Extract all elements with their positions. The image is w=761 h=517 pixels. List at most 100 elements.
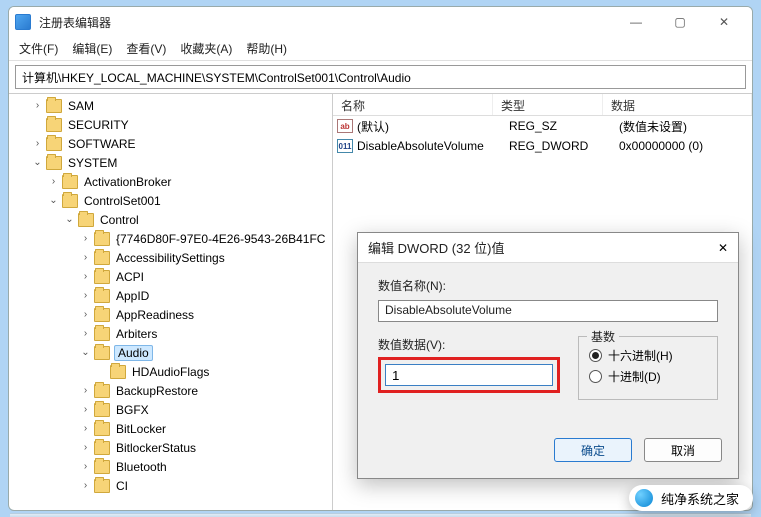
menu-file[interactable]: 文件(F) [19, 40, 58, 57]
folder-icon [62, 175, 78, 189]
tree-item[interactable]: ⌄ ControlSet001 [9, 191, 332, 210]
radio-dec[interactable] [589, 370, 602, 383]
tree-item[interactable]: › AccessibilitySettings [9, 248, 332, 267]
tree-item[interactable]: › ActivationBroker [9, 172, 332, 191]
chevron-down-icon[interactable]: ⌄ [47, 195, 60, 206]
chevron-right-icon[interactable]: › [47, 176, 60, 187]
folder-icon [94, 251, 110, 265]
cancel-button[interactable]: 取消 [644, 438, 722, 462]
tree-item-label: BGFX [114, 403, 151, 417]
tree-item[interactable]: ›BackupRestore [9, 381, 332, 400]
dialog-close-button[interactable]: ✕ [718, 241, 728, 255]
tree-item-label: AppID [114, 289, 151, 303]
tree-item-label: SECURITY [66, 118, 131, 132]
base-fieldset: 基数 十六进制(H) 十进制(D) [578, 336, 718, 400]
radio-hex-label: 十六进制(H) [608, 347, 673, 364]
minimize-button[interactable]: — [614, 8, 658, 36]
chevron-right-icon[interactable]: › [79, 309, 92, 320]
tree-item[interactable]: ›BitLocker [9, 419, 332, 438]
dword-icon: 011 [337, 139, 353, 153]
menu-favorites[interactable]: 收藏夹(A) [180, 40, 232, 57]
tree-item-label: CI [114, 479, 130, 493]
folder-icon [94, 289, 110, 303]
folder-icon [94, 327, 110, 341]
radio-hex-row[interactable]: 十六进制(H) [589, 347, 707, 364]
value-data: (数值未设置) [619, 118, 752, 135]
col-name[interactable]: 名称 [333, 94, 493, 115]
chevron-right-icon[interactable]: › [79, 442, 92, 453]
chevron-right-icon[interactable]: › [79, 385, 92, 396]
value-name-field[interactable]: DisableAbsoluteVolume [378, 300, 718, 322]
folder-icon [94, 384, 110, 398]
tree-item[interactable]: ›AppReadiness [9, 305, 332, 324]
list-row[interactable]: 011DisableAbsoluteVolumeREG_DWORD0x00000… [333, 136, 752, 156]
chevron-right-icon[interactable]: › [79, 233, 92, 244]
chevron-right-icon[interactable]: › [31, 138, 44, 149]
list-row[interactable]: ab(默认)REG_SZ(数值未设置) [333, 116, 752, 136]
chevron-down-icon[interactable]: ⌄ [79, 347, 92, 358]
value-type: REG_SZ [509, 119, 619, 133]
chevron-right-icon[interactable]: › [79, 480, 92, 491]
tree-item[interactable]: ›BitlockerStatus [9, 438, 332, 457]
chevron-right-icon[interactable]: › [79, 328, 92, 339]
tree-item[interactable]: ⌄SYSTEM [9, 153, 332, 172]
tree-item[interactable]: › BGFX [9, 400, 332, 419]
chevron-right-icon[interactable]: › [79, 423, 92, 434]
tree-item[interactable]: › Bluetooth [9, 457, 332, 476]
radio-hex[interactable] [589, 349, 602, 362]
maximize-button[interactable]: ▢ [658, 8, 702, 36]
chevron-right-icon[interactable]: › [79, 271, 92, 282]
folder-icon [110, 365, 126, 379]
tree-item[interactable]: › Arbiters [9, 324, 332, 343]
tree-item[interactable]: › SOFTWARE [9, 134, 332, 153]
tree-item[interactable]: ›{7746D80F-97E0-4E26-9543-26B41FC [9, 229, 332, 248]
titlebar[interactable]: 注册表编辑器 — ▢ ✕ [9, 7, 752, 37]
dialog-title: 编辑 DWORD (32 位)值 [368, 238, 718, 257]
tree-item[interactable]: ⌄Audio [9, 343, 332, 362]
tree-item-label: Bluetooth [114, 460, 169, 474]
tree-item[interactable]: ⌄ Control [9, 210, 332, 229]
menu-view[interactable]: 查看(V) [126, 40, 166, 57]
value-data-input[interactable] [385, 364, 553, 386]
tree-item-label: ControlSet001 [82, 194, 163, 208]
chevron-right-icon[interactable]: › [79, 461, 92, 472]
ok-button[interactable]: 确定 [554, 438, 632, 462]
value-name: DisableAbsoluteVolume [357, 139, 509, 153]
chevron-right-icon[interactable]: › [79, 404, 92, 415]
tree-pane[interactable]: ›SAM SECURITY › SOFTWARE ⌄SYSTEM › ActivationB… [9, 94, 333, 510]
folder-icon [94, 403, 110, 417]
folder-icon [46, 118, 62, 132]
tree-item-label: SOFTWARE [66, 137, 138, 151]
tree-item[interactable]: SECURITY [9, 115, 332, 134]
radio-dec-row[interactable]: 十进制(D) [589, 368, 707, 385]
tree-item-label: Control [98, 213, 141, 227]
chevron-down-icon[interactable]: ⌄ [31, 157, 44, 168]
folder-icon [94, 422, 110, 436]
tree-item-label: ACPI [114, 270, 146, 284]
tree-item[interactable]: › AppID [9, 286, 332, 305]
chevron-right-icon[interactable]: › [79, 252, 92, 263]
chevron-right-icon[interactable]: › [31, 100, 44, 111]
tree-item-label: ActivationBroker [82, 175, 173, 189]
tree-item-label: HDAudioFlags [130, 365, 211, 379]
tree-item[interactable]: › CI [9, 476, 332, 495]
tree-item-label: Arbiters [114, 327, 159, 341]
col-type[interactable]: 类型 [493, 94, 603, 115]
tree-item-label: AccessibilitySettings [114, 251, 227, 265]
address-bar[interactable]: 计算机\HKEY_LOCAL_MACHINE\SYSTEM\ControlSet… [15, 65, 746, 89]
list-body: ab(默认)REG_SZ(数值未设置) 011 DisableAbsoluteVol… [333, 116, 752, 156]
dialog-titlebar[interactable]: 编辑 DWORD (32 位)值 ✕ [358, 233, 738, 263]
folder-icon [78, 213, 94, 227]
tree-item[interactable]: ›SAM [9, 96, 332, 115]
col-data[interactable]: 数据 [603, 94, 752, 115]
base-legend: 基数 [587, 328, 619, 345]
menu-edit[interactable]: 编辑(E) [72, 40, 112, 57]
value-name-label: 数值名称(N): [378, 277, 718, 294]
chevron-down-icon[interactable]: ⌄ [63, 214, 76, 225]
close-button[interactable]: ✕ [702, 8, 746, 36]
chevron-right-icon[interactable]: › [79, 290, 92, 301]
value-data: 0x00000000 (0) [619, 139, 752, 153]
tree-item[interactable]: › ACPI [9, 267, 332, 286]
menu-help[interactable]: 帮助(H) [246, 40, 287, 57]
tree-item[interactable]: HDAudioFlags [9, 362, 332, 381]
